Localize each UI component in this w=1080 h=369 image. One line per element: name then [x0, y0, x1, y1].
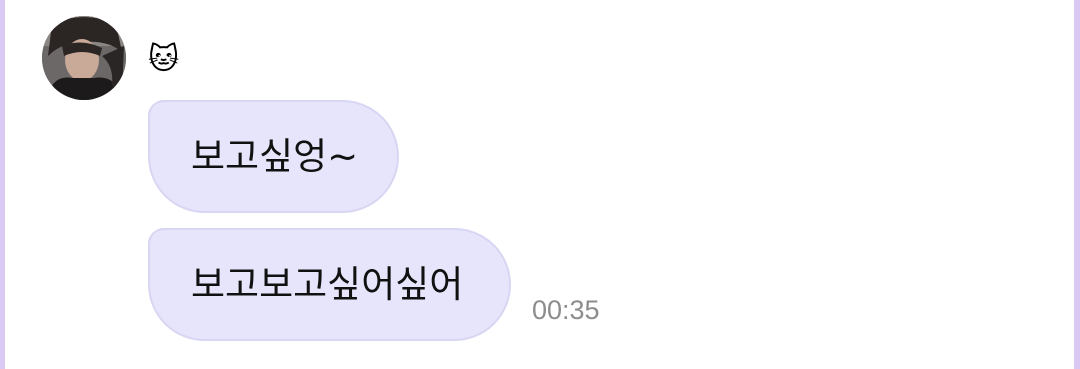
- message-bubble[interactable]: 보고보고싶어싶어: [148, 228, 511, 341]
- sender-avatar[interactable]: [42, 16, 126, 100]
- message-bubble[interactable]: 보고싶엉~: [148, 100, 399, 213]
- chat-message-area[interactable]: 🐱 보고싶엉~ 보고보고싶어싶어 00:35: [5, 0, 1074, 369]
- chat-right-edge: [1074, 0, 1080, 369]
- sender-name-emoji: 🐱: [148, 42, 180, 77]
- avatar-photo: [42, 16, 126, 100]
- message-timestamp: 00:35: [532, 295, 600, 325]
